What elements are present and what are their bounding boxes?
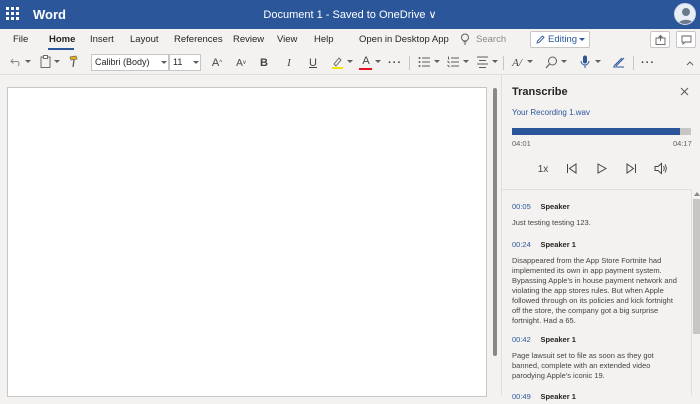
share-button[interactable] xyxy=(650,31,670,48)
chevron-down-icon xyxy=(193,61,199,64)
find-icon[interactable] xyxy=(545,56,558,69)
entry-timestamp[interactable]: 00:24 xyxy=(512,240,536,249)
transcript-scrollbar[interactable] xyxy=(691,189,700,395)
numbering-icon[interactable] xyxy=(447,56,460,68)
italic-icon[interactable]: I xyxy=(283,54,295,72)
play-icon[interactable] xyxy=(597,163,607,174)
divider xyxy=(633,56,634,70)
playback-progress-fill xyxy=(512,128,681,135)
entry-timestamp[interactable]: 00:05 xyxy=(512,202,536,211)
editing-mode-button[interactable]: Editing xyxy=(530,31,590,48)
comments-button[interactable] xyxy=(676,31,696,48)
font-size-select[interactable]: 11 xyxy=(169,54,201,71)
recording-file-link[interactable]: Your Recording 1.wav xyxy=(512,108,590,117)
entry-timestamp[interactable]: 00:42 xyxy=(512,335,536,344)
menu-view[interactable]: View xyxy=(277,34,297,45)
share-icon xyxy=(655,35,666,45)
paste-icon[interactable] xyxy=(40,55,51,68)
ribbon-toolbar: Calibri (Body) 11 A^ Av B I U A ··· A/ xyxy=(0,51,700,75)
editor-icon[interactable] xyxy=(612,56,625,68)
font-size-value: 11 xyxy=(173,57,183,67)
rewind-icon[interactable] xyxy=(566,163,577,174)
shrink-font-icon[interactable]: Av xyxy=(234,54,248,72)
editing-label: Editing xyxy=(548,34,578,45)
divider xyxy=(503,56,504,70)
dictate-dropdown-icon[interactable] xyxy=(595,60,601,63)
undo-icon[interactable] xyxy=(10,57,22,67)
entry-speaker: Speaker xyxy=(540,202,570,211)
entry-speaker: Speaker 1 xyxy=(540,392,576,401)
transcript-scroll-thumb[interactable] xyxy=(693,199,700,334)
format-painter-icon[interactable] xyxy=(68,55,80,68)
menu-help[interactable]: Help xyxy=(314,34,334,45)
current-time: 04:01 xyxy=(512,139,531,148)
lightbulb-icon[interactable] xyxy=(460,33,470,45)
comments-icon xyxy=(681,35,692,45)
divider xyxy=(502,189,700,190)
menu-file[interactable]: File xyxy=(13,34,28,45)
undo-dropdown-icon[interactable] xyxy=(25,60,31,63)
bold-icon[interactable]: B xyxy=(258,54,270,72)
close-icon[interactable] xyxy=(680,87,689,96)
highlight-icon[interactable] xyxy=(331,56,344,69)
menu-home[interactable]: Home xyxy=(49,34,75,45)
entry-speaker: Speaker 1 xyxy=(540,240,576,249)
align-icon[interactable] xyxy=(476,56,489,68)
divider xyxy=(409,56,410,70)
playback-speed-button[interactable]: 1x xyxy=(535,162,551,176)
dictate-icon[interactable] xyxy=(580,55,590,69)
entry-speaker: Speaker 1 xyxy=(540,335,576,344)
bullets-dropdown-icon[interactable] xyxy=(434,60,440,63)
chevron-down-icon xyxy=(579,38,585,41)
find-dropdown-icon[interactable] xyxy=(561,60,567,63)
styles-icon[interactable]: A/ xyxy=(510,54,524,72)
font-name-select[interactable]: Calibri (Body) xyxy=(91,54,169,71)
font-color-dropdown-icon[interactable] xyxy=(375,60,381,63)
highlight-dropdown-icon[interactable] xyxy=(347,60,353,63)
paste-dropdown-icon[interactable] xyxy=(54,60,60,63)
transcript-entry[interactable]: 00:24 Speaker 1 Disappeared from the App… xyxy=(512,234,682,326)
search-label[interactable]: Search xyxy=(476,34,506,45)
document-canvas[interactable] xyxy=(0,75,500,397)
entry-text: Page lawsuit set to file as soon as they… xyxy=(512,351,654,380)
menu-layout[interactable]: Layout xyxy=(130,34,159,45)
transcribe-pane: Transcribe Your Recording 1.wav 04:01 04… xyxy=(501,75,700,401)
entry-text: Disappeared from the App Store Fortnite … xyxy=(512,256,677,325)
chevron-down-icon xyxy=(161,61,167,64)
numbering-dropdown-icon[interactable] xyxy=(463,60,469,63)
document-scrollbar[interactable] xyxy=(493,88,497,356)
more-options-icon[interactable]: ··· xyxy=(641,54,655,72)
pane-title: Transcribe xyxy=(512,86,568,98)
bullets-icon[interactable] xyxy=(418,56,431,68)
align-dropdown-icon[interactable] xyxy=(492,60,498,63)
menu-insert[interactable]: Insert xyxy=(90,34,114,45)
document-title[interactable]: Document 1 - Saved to OneDrive ∨ xyxy=(0,8,700,21)
menu-bar: File Home Insert Layout References Revie… xyxy=(0,29,700,51)
more-icon[interactable]: ··· xyxy=(388,54,402,72)
title-bar: Word Document 1 - Saved to OneDrive ∨ xyxy=(0,0,700,29)
transcript-entry[interactable]: 00:49 Speaker 1 xyxy=(512,386,682,404)
transcript-entry[interactable]: 00:05 Speaker Just testing testing 123. xyxy=(512,196,682,228)
volume-icon[interactable] xyxy=(654,162,668,175)
active-tab-indicator xyxy=(48,48,74,50)
document-page[interactable] xyxy=(7,87,487,397)
forward-icon[interactable] xyxy=(626,163,637,174)
grow-font-icon[interactable]: A ^ xyxy=(210,54,224,72)
styles-dropdown-icon[interactable] xyxy=(527,60,533,63)
font-color-swatch xyxy=(359,68,372,70)
pencil-icon xyxy=(536,35,545,44)
font-name-value: Calibri (Body) xyxy=(95,57,150,67)
total-time: 04:17 xyxy=(673,139,692,148)
collapse-ribbon-icon[interactable] xyxy=(686,60,694,66)
avatar[interactable] xyxy=(674,3,696,25)
menu-review[interactable]: Review xyxy=(233,34,264,45)
scroll-up-icon[interactable] xyxy=(694,192,700,196)
open-in-desktop-app[interactable]: Open in Desktop App xyxy=(359,34,449,45)
transcript-entry[interactable]: 00:42 Speaker 1 Page lawsuit set to file… xyxy=(512,329,682,381)
entry-timestamp[interactable]: 00:49 xyxy=(512,392,536,401)
playback-progress[interactable] xyxy=(512,128,691,135)
entry-text: Just testing testing 123. xyxy=(512,218,591,227)
underline-icon[interactable]: U xyxy=(307,54,319,72)
menu-references[interactable]: References xyxy=(174,34,223,45)
